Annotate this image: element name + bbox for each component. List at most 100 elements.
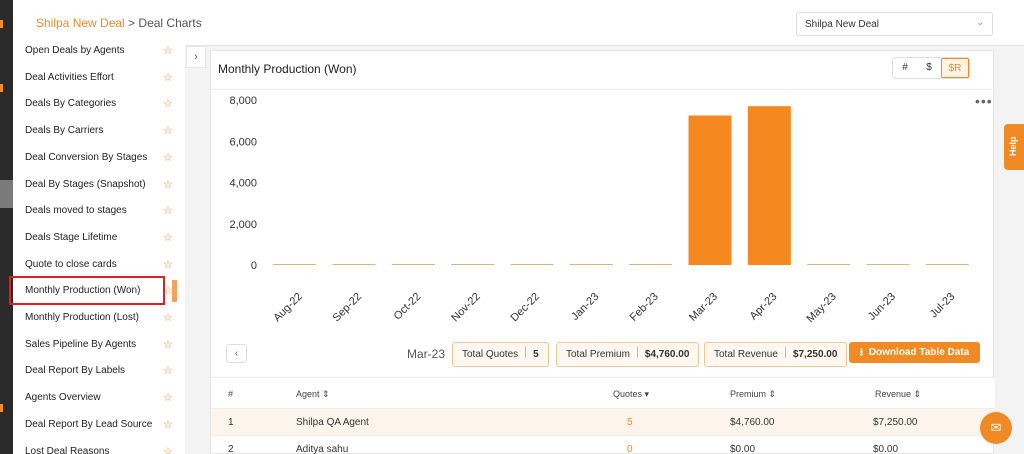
- metric-toggle-group: # $ $R: [892, 57, 970, 79]
- sidebar-item[interactable]: Monthly Production (Lost) ☆: [13, 305, 185, 331]
- x-tick-label: Sep-22: [331, 291, 365, 325]
- x-tick-label: May-23: [804, 291, 838, 325]
- header-quotes[interactable]: Quotes ▾: [613, 389, 649, 400]
- favorite-star-icon[interactable]: ☆: [163, 225, 173, 251]
- cell-num: 2: [228, 444, 234, 454]
- cell-quotes[interactable]: 0: [627, 444, 633, 454]
- favorite-star-icon[interactable]: ☆: [163, 252, 173, 278]
- sidebar-item[interactable]: Deal Report By Labels ☆: [13, 358, 185, 384]
- panel-title: Monthly Production (Won): [218, 62, 357, 76]
- chat-icon[interactable]: ✉: [980, 412, 1012, 444]
- sidebar-item[interactable]: Sales Pipeline By Agents ☆: [13, 332, 185, 358]
- cell-premium: $0.00: [730, 444, 756, 454]
- metric-toggle-button[interactable]: #: [893, 58, 917, 78]
- sidebar-item-label: Open Deals by Agents: [25, 45, 125, 56]
- header-premium[interactable]: Premium ⇕: [730, 389, 776, 400]
- stat-value: $7,250.00: [792, 349, 838, 360]
- bar[interactable]: [807, 264, 851, 265]
- rail-marker: [0, 84, 3, 92]
- favorite-star-icon[interactable]: ☆: [163, 65, 173, 91]
- sidebar-item[interactable]: Deals By Carriers ☆: [13, 118, 185, 144]
- previous-month-button[interactable]: ‹: [226, 344, 247, 363]
- x-tick-label: Mar-23: [687, 291, 720, 324]
- sidebar-item-label: Sales Pipeline By Agents: [25, 338, 137, 350]
- bar[interactable]: [510, 264, 554, 265]
- metric-toggle-button[interactable]: $: [917, 58, 941, 78]
- x-tick-label: Jun-23: [866, 291, 898, 323]
- collapse-sidebar-button[interactable]: ›: [186, 46, 206, 68]
- sidebar-item-label: Deal Activities Effort: [25, 71, 114, 83]
- bar[interactable]: [451, 264, 495, 265]
- bar[interactable]: [391, 264, 435, 265]
- stat-value: 5: [533, 349, 539, 360]
- deal-select[interactable]: Shilpa New Deal ⌄: [796, 12, 993, 36]
- bar[interactable]: [688, 115, 732, 265]
- sidebar-item[interactable]: Deals By Categories ☆: [13, 91, 185, 117]
- active-item-highlight: [9, 276, 165, 305]
- bar[interactable]: [866, 264, 910, 265]
- header-agent[interactable]: Agent ⇕: [296, 389, 330, 400]
- sidebar-item[interactable]: Quote to close cards ☆: [13, 252, 185, 278]
- favorite-star-icon[interactable]: ☆: [163, 412, 173, 438]
- rail-marker: [0, 404, 3, 412]
- sidebar-item[interactable]: Deal Report By Lead Source ☆: [13, 412, 185, 438]
- favorite-star-icon[interactable]: ☆: [163, 332, 173, 358]
- selected-month: Mar-23: [407, 347, 446, 361]
- breadcrumb-deal-link[interactable]: Shilpa New Deal: [36, 16, 125, 30]
- sidebar-item-label: Deal Report By Lead Source: [25, 418, 153, 430]
- sidebar-item[interactable]: Deals moved to stages ☆: [13, 198, 185, 224]
- favorite-star-icon[interactable]: ☆: [163, 358, 173, 384]
- sidebar-item[interactable]: Deals Stage Lifetime ☆: [13, 225, 185, 251]
- download-icon: ⭳: [859, 347, 864, 358]
- chevron-right-icon: ›: [194, 51, 198, 63]
- help-tab[interactable]: Help: [1004, 124, 1024, 170]
- sidebar-item[interactable]: Deal By Stages (Snapshot) ☆: [13, 172, 185, 198]
- monthly-production-chart: 0 2,000 4,000 6,000 8,000 Aug-22 Sep-22 Oct-22 N…: [229, 95, 969, 325]
- bar[interactable]: [629, 264, 673, 265]
- favorite-star-icon[interactable]: ☆: [163, 385, 173, 411]
- stat-total-revenue: Total Revenue $7,250.00: [704, 342, 848, 367]
- download-table-data-button[interactable]: ⭳ Download Table Data: [849, 342, 980, 363]
- rail-active-item[interactable]: [0, 180, 13, 208]
- x-tick-label: Aug-22: [271, 291, 305, 325]
- x-tick-label: Feb-23: [628, 291, 661, 324]
- y-tick-label: 0: [251, 260, 257, 272]
- cell-revenue: $0.00: [873, 444, 899, 454]
- metric-toggle-button[interactable]: $R: [941, 58, 969, 78]
- sidebar-item[interactable]: Deal Conversion By Stages ☆: [13, 145, 185, 171]
- breadcrumb: Shilpa New Deal > Deal Charts: [36, 16, 202, 30]
- sidebar-item[interactable]: Lost Deal Reasons ☆: [13, 439, 185, 454]
- chevron-left-icon: ‹: [234, 348, 239, 359]
- stat-total-premium: Total Premium $4,760.00: [556, 342, 700, 367]
- bar[interactable]: [332, 264, 376, 265]
- favorite-star-icon[interactable]: ☆: [163, 118, 173, 144]
- stat-label: Total Premium: [566, 349, 630, 360]
- stat-separator: [636, 347, 638, 358]
- header-revenue[interactable]: Revenue ⇕: [875, 389, 921, 400]
- favorite-star-icon[interactable]: ☆: [163, 198, 173, 224]
- favorite-star-icon[interactable]: ☆: [163, 145, 173, 171]
- favorite-star-icon[interactable]: ☆: [163, 172, 173, 198]
- bar[interactable]: [273, 264, 317, 265]
- cell-premium: $4,760.00: [730, 417, 775, 428]
- y-tick-label: 6,000: [229, 136, 257, 148]
- favorite-star-icon[interactable]: ☆: [163, 439, 173, 454]
- chart-panel: Monthly Production (Won) # $ $R ••• 0 2,000…: [210, 50, 995, 454]
- sidebar-item-label: Quote to close cards: [25, 258, 117, 270]
- rail-marker: [0, 20, 3, 28]
- sidebar-item[interactable]: Deal Activities Effort ☆: [13, 65, 185, 91]
- sidebar-item-label: Agents Overview: [25, 392, 101, 404]
- bar[interactable]: [925, 264, 969, 265]
- bar[interactable]: [747, 106, 791, 265]
- sidebar-item[interactable]: Agents Overview ☆: [13, 385, 185, 411]
- favorite-star-icon[interactable]: ☆: [163, 38, 173, 64]
- download-label: Download Table Data: [868, 347, 970, 358]
- favorite-star-icon[interactable]: ☆: [163, 305, 173, 331]
- y-tick-label: 2,000: [229, 219, 257, 231]
- y-tick-label: 8,000: [229, 95, 257, 107]
- sidebar-item[interactable]: Open Deals by Agents ☆: [13, 38, 185, 64]
- sidebar-item-label: Deal Conversion By Stages: [25, 151, 148, 163]
- bar[interactable]: [569, 264, 613, 265]
- cell-quotes[interactable]: 5: [627, 417, 633, 428]
- favorite-star-icon[interactable]: ☆: [163, 91, 173, 117]
